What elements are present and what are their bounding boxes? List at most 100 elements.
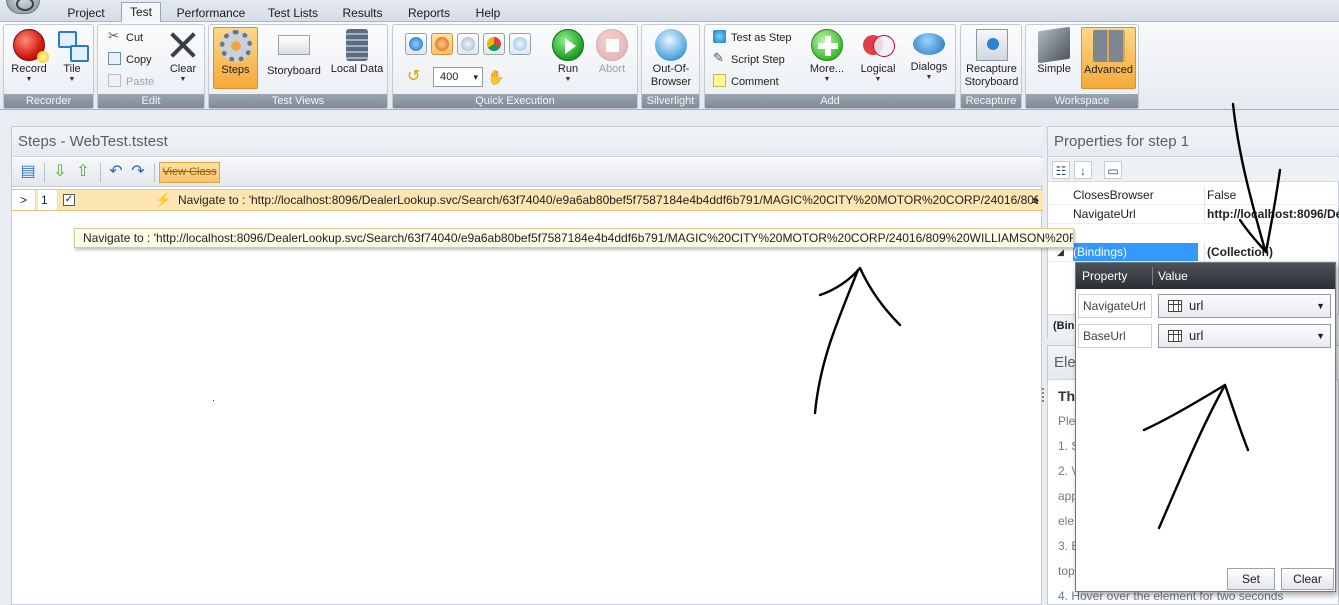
properties-toolbar: ☷ ↓ ▭ bbox=[1048, 158, 1339, 182]
tab-test[interactable]: Test bbox=[121, 2, 161, 23]
speed-combobox[interactable]: 400 bbox=[433, 67, 483, 87]
column-divider bbox=[1152, 267, 1153, 285]
stray-dot bbox=[213, 400, 214, 401]
dialogs-button[interactable]: Dialogs ▼ bbox=[905, 27, 953, 89]
chevron-down-icon: ▼ bbox=[925, 74, 933, 81]
comment-button[interactable]: Comment bbox=[713, 72, 779, 92]
tab-reports[interactable]: Reports bbox=[401, 4, 457, 22]
windows-icon[interactable]: ▤ bbox=[18, 162, 38, 182]
group-label-silverlight: Silverlight bbox=[642, 94, 699, 108]
internet-explorer-icon[interactable] bbox=[405, 33, 427, 55]
step-enabled-checkbox[interactable]: ✓ bbox=[63, 194, 75, 206]
dialog-bubble-icon bbox=[913, 33, 945, 55]
highlight-icon[interactable]: ✋ bbox=[487, 67, 507, 87]
toolbar-separator bbox=[100, 163, 101, 182]
group-silverlight: Out-Of- Browser Silverlight bbox=[641, 24, 700, 109]
splitter-grip[interactable] bbox=[1042, 388, 1046, 402]
binding-value-combobox[interactable]: url ▼ bbox=[1158, 294, 1331, 318]
play-icon bbox=[552, 29, 584, 61]
gears-icon bbox=[219, 30, 252, 62]
steps-pane: Steps - WebTest.tstest ▤ ⇩ ⇧ ↶ ↷ View Cl… bbox=[11, 126, 1043, 605]
recapture-icon bbox=[975, 29, 1008, 61]
ribbon: Record ▼ Tile ▼ Recorder Cut Copy Paste … bbox=[0, 22, 1339, 110]
safari-icon[interactable] bbox=[457, 33, 479, 55]
binding-property-label: BaseUrl bbox=[1078, 324, 1152, 348]
move-down-icon[interactable]: ⇩ bbox=[50, 162, 70, 182]
group-recorder: Record ▼ Tile ▼ Recorder bbox=[3, 24, 94, 109]
test-as-step-icon bbox=[713, 30, 726, 43]
speed-icon[interactable]: ↺ bbox=[407, 67, 427, 87]
paste-icon bbox=[108, 74, 121, 87]
paste-button[interactable]: Paste bbox=[108, 72, 154, 92]
group-label-test-views: Test Views bbox=[209, 94, 387, 108]
property-pages-icon[interactable]: ▭ bbox=[1104, 161, 1122, 179]
firefox-icon[interactable] bbox=[431, 33, 453, 55]
sort-alphabetical-icon[interactable]: ↓ bbox=[1074, 161, 1092, 179]
redo-icon[interactable]: ↷ bbox=[128, 162, 148, 182]
out-of-browser-button[interactable]: Out-Of- Browser bbox=[644, 27, 698, 89]
group-label-quick-execution: Quick Execution bbox=[393, 94, 637, 108]
add-plus-icon bbox=[811, 29, 843, 61]
property-row-bindings[interactable]: ◢ (Bindings) (Collection) bbox=[1048, 243, 1339, 262]
table-icon bbox=[1168, 300, 1182, 312]
cut-button[interactable]: Cut bbox=[108, 26, 143, 48]
chevron-down-icon: ▼ bbox=[68, 76, 76, 83]
simple-button[interactable]: Simple bbox=[1030, 26, 1078, 89]
lightning-icon: ⚡ bbox=[155, 192, 172, 207]
chevron-down-icon: ▼ bbox=[1316, 301, 1325, 311]
steps-button[interactable]: Steps bbox=[213, 27, 258, 89]
group-recapture: Recapture Storyboard Recapture bbox=[960, 24, 1022, 109]
chevron-down-icon: ▼ bbox=[874, 76, 882, 83]
script-step-button[interactable]: Script Step bbox=[713, 48, 785, 70]
tab-performance[interactable]: Performance bbox=[171, 4, 251, 22]
storyboard-button[interactable]: Storyboard bbox=[262, 27, 326, 89]
copy-button[interactable]: Copy bbox=[108, 50, 152, 70]
record-button[interactable]: Record ▼ bbox=[8, 27, 50, 89]
group-label-workspace: Workspace bbox=[1026, 94, 1138, 108]
tab-test-lists[interactable]: Test Lists bbox=[263, 4, 323, 22]
abort-button[interactable]: Abort bbox=[591, 27, 633, 89]
bindings-editor-popup: Property Value NavigateUrl url ▼ BaseUrl… bbox=[1075, 262, 1336, 592]
tile-icon bbox=[56, 29, 89, 62]
move-up-icon[interactable]: ⇧ bbox=[73, 162, 93, 182]
script-icon bbox=[713, 48, 726, 68]
local-data-button[interactable]: Local Data bbox=[328, 27, 386, 89]
tile-button[interactable]: Tile ▼ bbox=[52, 27, 92, 89]
expand-arrow-icon[interactable]: > bbox=[12, 190, 36, 210]
set-button[interactable]: Set bbox=[1227, 568, 1275, 590]
silverlight-browser-icon[interactable] bbox=[509, 33, 531, 55]
property-row[interactable]: NavigateUrl http://localhost:8096/De bbox=[1048, 205, 1339, 224]
tab-project[interactable]: Project bbox=[58, 4, 114, 22]
categorized-icon[interactable]: ☷ bbox=[1052, 161, 1070, 179]
application-menu-icon[interactable] bbox=[6, 0, 40, 14]
chrome-icon[interactable] bbox=[483, 33, 505, 55]
chevron-down-icon: ▼ bbox=[823, 76, 831, 83]
copy-icon bbox=[108, 52, 121, 65]
binding-row: NavigateUrl url ▼ bbox=[1078, 292, 1334, 320]
group-test-views: Steps Storyboard Local Data Test Views bbox=[208, 24, 388, 109]
logical-button[interactable]: Logical ▼ bbox=[855, 27, 901, 89]
table-row[interactable]: > 1 ✓ ⚡ Navigate to : 'http://localhost:… bbox=[12, 189, 1043, 211]
step-tooltip: Navigate to : 'http://localhost:8096/Dea… bbox=[74, 228, 1074, 248]
tab-help[interactable]: Help bbox=[468, 4, 508, 22]
more-button[interactable]: More... ▼ bbox=[805, 27, 849, 89]
clear-button[interactable]: Clear ▼ bbox=[164, 27, 202, 89]
more-arrow-icon[interactable]: » bbox=[1032, 190, 1039, 210]
group-label-recorder: Recorder bbox=[4, 94, 93, 108]
undo-icon[interactable]: ↶ bbox=[106, 162, 126, 182]
steps-pane-title: Steps - WebTest.tstest bbox=[12, 127, 1043, 157]
binding-value: url bbox=[1189, 298, 1204, 313]
recapture-storyboard-button[interactable]: Recapture Storyboard bbox=[962, 27, 1021, 89]
binding-value-combobox[interactable]: url ▼ bbox=[1158, 324, 1331, 348]
test-as-step-button[interactable]: Test as Step bbox=[713, 28, 792, 48]
advanced-button[interactable]: Advanced bbox=[1081, 27, 1136, 89]
property-row[interactable]: ClosesBrowser False bbox=[1048, 186, 1339, 205]
binding-row: BaseUrl url ▼ bbox=[1078, 322, 1334, 350]
cube-icon bbox=[1038, 26, 1070, 64]
clear-bindings-button[interactable]: Clear bbox=[1281, 568, 1334, 590]
view-class-button[interactable]: View Class bbox=[159, 162, 220, 183]
tab-results[interactable]: Results bbox=[335, 4, 390, 22]
chevron-down-icon: ▼ bbox=[1316, 331, 1325, 341]
stop-icon bbox=[596, 29, 628, 61]
run-button[interactable]: Run ▼ bbox=[548, 27, 588, 89]
